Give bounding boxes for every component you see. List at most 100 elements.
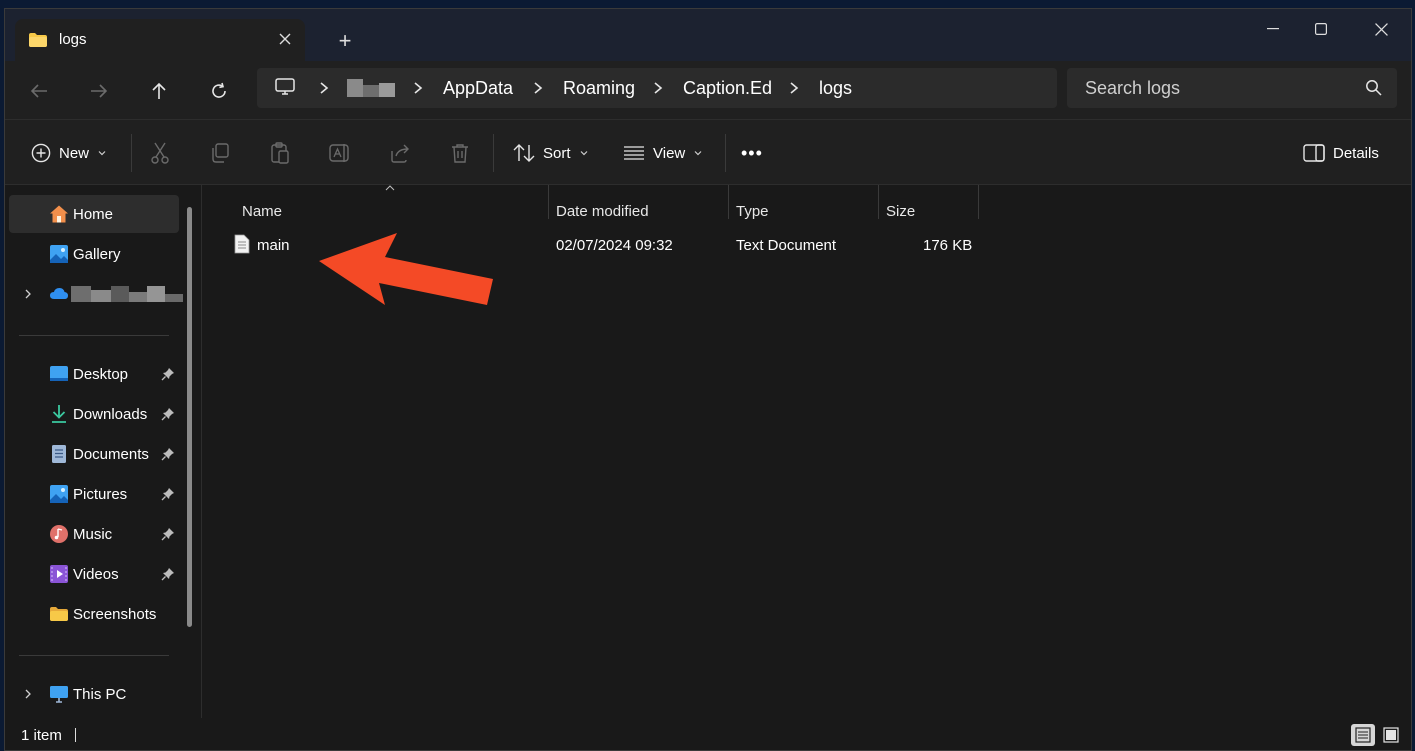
new-tab-button[interactable]: + [331, 27, 359, 55]
sidebar-item-desktop[interactable]: Desktop [9, 355, 179, 393]
breadcrumb-roaming[interactable]: Roaming [563, 78, 635, 99]
sidebar-label-home: Home [73, 205, 114, 223]
cut-button[interactable] [147, 140, 173, 166]
column-header-size[interactable]: Size [878, 195, 978, 225]
home-icon [50, 205, 68, 223]
sidebar-item-gallery[interactable]: Gallery [9, 235, 179, 273]
toolbar-divider [725, 134, 726, 172]
minimize-icon [1267, 28, 1279, 30]
column-header-date-modified[interactable]: Date modified [548, 195, 728, 225]
tab-logs[interactable]: logs [15, 19, 305, 61]
sidebar-item-this-pc[interactable]: This PC [9, 675, 179, 713]
refresh-icon [212, 82, 226, 98]
column-label-date-modified: Date modified [556, 203, 649, 220]
view-button[interactable]: View [623, 139, 703, 167]
download-icon [52, 405, 66, 423]
refresh-button[interactable] [203, 75, 235, 107]
desktop-icon [50, 366, 68, 381]
details-pane-button[interactable]: Details [1303, 139, 1379, 167]
sidebar-item-screenshots[interactable]: Screenshots [9, 595, 179, 633]
monitor-icon [275, 78, 295, 95]
sidebar-item-pictures[interactable]: Pictures [9, 475, 179, 513]
pin-icon [161, 448, 174, 461]
address-bar[interactable]: AppData Roaming Caption.Ed logs [257, 68, 1057, 108]
command-bar: New Sort View ••• Details [5, 119, 1411, 185]
sidebar-label-documents: Documents [73, 445, 149, 463]
column-divider[interactable] [978, 185, 979, 219]
sidebar-label-gallery: Gallery [73, 245, 121, 263]
close-icon [279, 33, 291, 45]
folder-icon [50, 607, 68, 621]
file-type: Text Document [736, 237, 837, 254]
rename-button[interactable] [327, 140, 353, 166]
more-icon: ••• [741, 142, 763, 163]
item-count: 1 item [21, 727, 62, 744]
folder-icon [29, 33, 47, 47]
search-icon [1366, 80, 1382, 96]
chevron-right-icon [534, 82, 543, 94]
videos-icon [50, 565, 68, 583]
music-icon [50, 525, 68, 543]
search-input[interactable]: Search logs [1085, 78, 1180, 99]
gallery-icon [50, 245, 68, 263]
sidebar-divider [19, 655, 169, 656]
close-window-button[interactable] [1353, 13, 1409, 45]
status-bar: 1 item [5, 718, 1411, 750]
details-view-button[interactable] [1351, 724, 1375, 746]
sidebar-label-music: Music [73, 525, 113, 543]
toolbar-divider [493, 134, 494, 172]
column-header-type[interactable]: Type [728, 195, 878, 225]
sidebar-item-music[interactable]: Music [9, 515, 179, 553]
sort-button[interactable]: Sort [513, 139, 589, 167]
search-box[interactable]: Search logs [1067, 68, 1397, 108]
file-name: main [257, 237, 290, 254]
sidebar-item-home[interactable]: Home [9, 195, 179, 233]
close-tab-button[interactable] [271, 25, 299, 53]
details-pane-icon [1303, 144, 1325, 162]
address-bar-row: AppData Roaming Caption.Ed logs Search l… [5, 61, 1411, 119]
sidebar-item-onedrive[interactable] [9, 275, 183, 313]
breadcrumb-caption-ed[interactable]: Caption.Ed [683, 78, 772, 99]
share-icon [391, 144, 409, 163]
chevron-right-icon [320, 82, 329, 94]
chevron-down-icon [694, 151, 702, 156]
file-explorer-window: logs + AppData Roaming Caption.Ed logs S… [4, 8, 1412, 751]
tab-title: logs [59, 31, 87, 48]
share-button[interactable] [387, 140, 413, 166]
forward-button[interactable] [83, 75, 115, 107]
forward-icon [91, 84, 108, 98]
more-options-button[interactable]: ••• [741, 139, 763, 167]
sidebar-item-documents[interactable]: Documents [9, 435, 179, 473]
pin-icon [161, 568, 174, 581]
sidebar-label-desktop: Desktop [73, 365, 129, 383]
column-header-name[interactable]: Name [202, 195, 548, 225]
tiles-view-button[interactable] [1379, 724, 1403, 746]
copy-button[interactable] [207, 140, 233, 166]
plus-circle-icon [31, 143, 51, 163]
chevron-right-icon [790, 82, 799, 94]
new-button[interactable]: New [31, 139, 107, 167]
chevron-right-icon [654, 82, 663, 94]
tiles-view-icon [1383, 727, 1399, 743]
paste-button[interactable] [267, 140, 293, 166]
sidebar-divider [19, 335, 169, 336]
close-icon [1374, 22, 1388, 36]
delete-button[interactable] [447, 140, 473, 166]
sidebar-item-videos[interactable]: Videos [9, 555, 179, 593]
maximize-button[interactable] [1293, 13, 1349, 45]
sidebar-scrollbar[interactable] [187, 207, 192, 627]
sidebar-item-downloads[interactable]: Downloads [9, 395, 179, 433]
sort-ascending-icon [385, 185, 395, 191]
sidebar-label-pictures: Pictures [73, 485, 128, 503]
breadcrumb-logs[interactable]: logs [819, 78, 852, 99]
up-button[interactable] [143, 75, 175, 107]
onedrive-icon [50, 288, 68, 299]
copy-icon [212, 143, 229, 163]
rename-icon [329, 144, 349, 162]
chevron-down-icon [98, 151, 106, 156]
breadcrumb-appdata[interactable]: AppData [443, 78, 513, 99]
file-date-modified: 02/07/2024 09:32 [556, 237, 673, 254]
sort-icon [513, 144, 535, 162]
back-button[interactable] [23, 75, 55, 107]
redacted-account-name [71, 286, 183, 302]
